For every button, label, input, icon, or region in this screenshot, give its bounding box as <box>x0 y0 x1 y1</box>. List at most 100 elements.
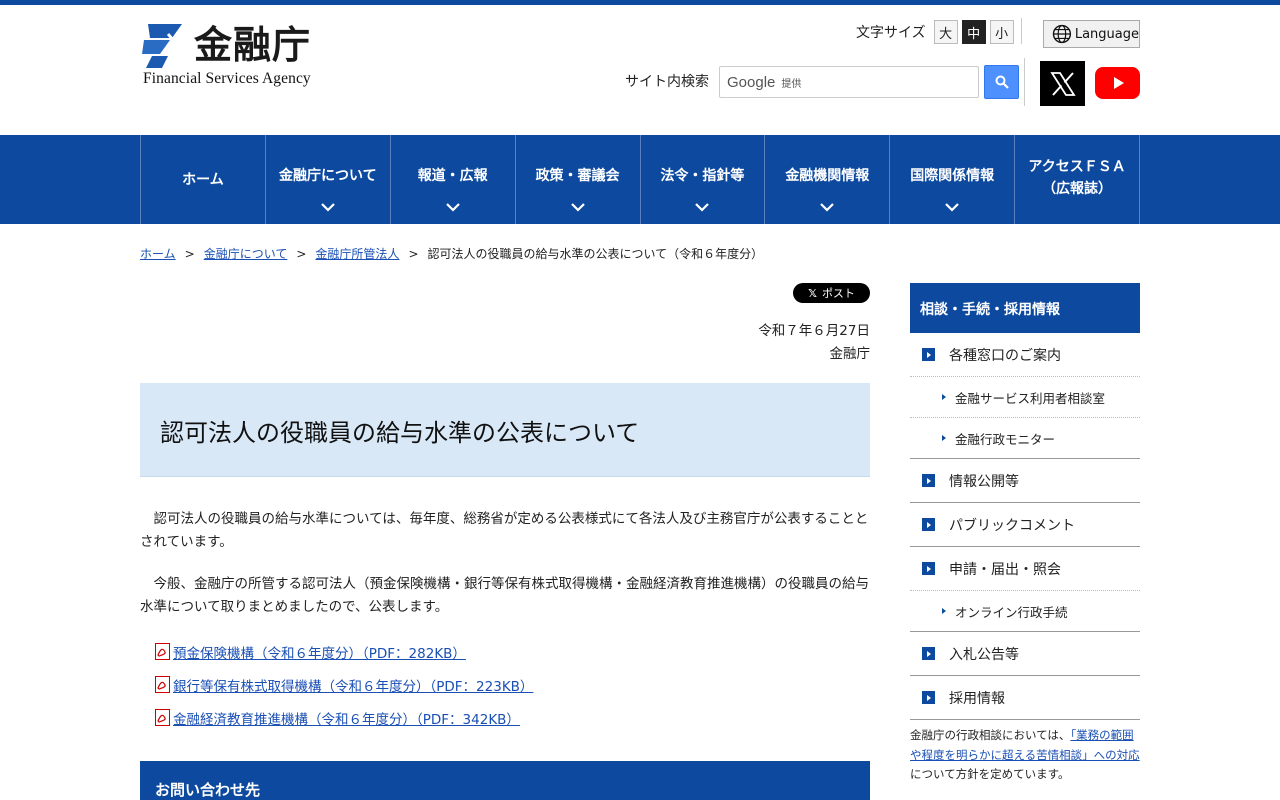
publish-info: 令和７年６月27日 金融庁 <box>758 320 870 366</box>
nav-item-about[interactable]: 金融庁について <box>266 135 391 224</box>
list-item: 銀行等保有株式取得機構（令和６年度分）（PDF：223KB） <box>154 668 533 701</box>
sidebar-item-label: 申請・届出・照会 <box>949 561 1061 578</box>
nav-item-press[interactable]: 報道・広報 <box>391 135 516 224</box>
nav-item-label: 報道・広報 <box>417 167 488 184</box>
font-size-large-button[interactable]: 大 <box>933 20 958 44</box>
nav-item-international[interactable]: 国際関係情報 <box>890 135 1016 224</box>
arrow-square-icon <box>922 562 935 575</box>
body-paragraph: 今般、金融庁の所管する認可法人（預金保険機構・銀行等保有株式取得機構・金融経済教… <box>140 576 869 615</box>
nav-item-label: 国際関係情報 <box>910 167 995 184</box>
pdf-link[interactable]: 金融経済教育推進機構（令和６年度分）（PDF：342KB） <box>173 708 520 728</box>
nav-item-label: 法令・指針等 <box>660 167 745 184</box>
post-label: ポスト <box>821 287 855 300</box>
sidebar-item-recruitment[interactable]: 採用情報 <box>910 676 1140 720</box>
arrow-square-icon <box>922 474 935 487</box>
chevron-down-icon <box>695 203 710 212</box>
sidebar-subitem-consultation[interactable]: 金融サービス利用者相談室 <box>910 377 1140 418</box>
breadcrumb-link-home[interactable]: ホーム <box>140 245 176 262</box>
font-size-control: 文字サイズ 大 中 小 <box>856 20 1014 44</box>
sidebar-item-contact-windows[interactable]: 各種窓口のご案内 <box>910 333 1140 377</box>
sidebar-subitem-online[interactable]: オンライン行政手続 <box>910 591 1140 632</box>
x-logo-icon <box>1049 71 1076 96</box>
sidebar-item-applications[interactable]: 申請・届出・照会 <box>910 547 1140 591</box>
contact-heading-bar: お問い合わせ先 <box>140 761 870 800</box>
breadcrumb-link-about[interactable]: 金融庁について <box>204 245 288 262</box>
pdf-link-list: 預金保険機構（令和６年度分）（PDF：282KB） 銀行等保有株式取得機構（令和… <box>154 635 533 734</box>
breadcrumb: ホーム > 金融庁について > 金融庁所管法人 > 認可法人の役職員の給与水準の… <box>140 245 763 262</box>
language-button[interactable]: Language <box>1043 20 1140 48</box>
language-label: Language <box>1074 26 1139 42</box>
pdf-icon <box>155 676 170 693</box>
breadcrumb-separator: > <box>296 246 307 261</box>
contact-heading: お問い合わせ先 <box>155 781 261 799</box>
sidebar-item-label: パブリックコメント <box>949 517 1075 534</box>
global-navigation: ホーム 金融庁について 報道・広報 政策・審議会 法令・指針等 金融機関情報 国… <box>0 135 1280 224</box>
x-link-button[interactable] <box>1040 61 1085 106</box>
nav-item-policy[interactable]: 政策・審議会 <box>516 135 641 224</box>
fsa-emblem-icon <box>142 24 182 68</box>
triangle-right-icon <box>942 608 946 614</box>
nav-item-label: 金融機関情報 <box>785 167 870 184</box>
sidebar-item-disclosure[interactable]: 情報公開等 <box>910 459 1140 503</box>
x-post-button[interactable]: 𝕏 ポスト <box>793 283 870 303</box>
nav-item-label: アクセスＦＳＡ （広報誌） <box>1028 158 1126 197</box>
font-size-small-button[interactable]: 小 <box>989 20 1014 44</box>
google-provided-text: 提供 <box>781 78 802 90</box>
triangle-right-icon <box>942 394 946 400</box>
sidebar-subitem-label: 金融サービス利用者相談室 <box>955 390 1106 406</box>
pdf-icon <box>155 643 170 660</box>
site-search-label: サイト内検索 <box>625 74 709 90</box>
arrow-square-icon <box>922 647 935 660</box>
sidebar-subitem-monitor[interactable]: 金融行政モニター <box>910 418 1140 459</box>
x-logo-icon: 𝕏 <box>808 286 817 300</box>
chevron-down-icon <box>820 203 835 212</box>
header-divider <box>1024 58 1025 106</box>
header-divider <box>1021 18 1022 44</box>
search-input[interactable]: Google 提供 <box>719 66 979 98</box>
nav-item-institutions[interactable]: 金融機関情報 <box>765 135 891 224</box>
chevron-down-icon <box>321 203 335 212</box>
youtube-link-button[interactable] <box>1095 67 1140 99</box>
logo-japanese-text: 金融庁 <box>194 23 312 67</box>
sidebar-subitem-label: 金融行政モニター <box>955 431 1056 447</box>
nav-item-label: 政策・審議会 <box>535 167 620 184</box>
sidebar-item-label: 各種窓口のご案内 <box>949 347 1061 364</box>
sidebar-heading: 相談・手続・採用情報 <box>910 283 1140 333</box>
breadcrumb-link-corporations[interactable]: 金融庁所管法人 <box>315 245 399 262</box>
note-text: 金融庁の行政相談においては、 <box>910 728 1071 742</box>
sidebar-subitem-label: オンライン行政手続 <box>955 604 1068 620</box>
search-button[interactable] <box>984 65 1019 99</box>
page-title-box: 認可法人の役職員の給与水準の公表について <box>140 383 870 477</box>
list-item: 金融経済教育推進機構（令和６年度分）（PDF：342KB） <box>154 701 533 734</box>
top-accent-bar <box>0 0 1280 5</box>
fsa-logo[interactable]: 金融庁 Financial Services Agency <box>142 23 342 90</box>
pdf-link[interactable]: 銀行等保有株式取得機構（令和６年度分）（PDF：223KB） <box>173 675 533 695</box>
nav-item-laws[interactable]: 法令・指針等 <box>641 135 766 224</box>
arrow-square-icon <box>922 518 935 531</box>
nav-item-label: 金融庁について <box>279 167 377 184</box>
sidebar-item-label: 入札公告等 <box>949 646 1019 663</box>
pdf-icon <box>155 709 170 726</box>
sidebar-item-label: 採用情報 <box>949 690 1005 707</box>
page-title: 認可法人の役職員の給与水準の公表について <box>160 419 640 447</box>
breadcrumb-current: 認可法人の役職員の給与水準の公表について（令和６年度分） <box>427 247 764 261</box>
logo-english-text: Financial Services Agency <box>143 70 311 87</box>
breadcrumb-separator: > <box>184 246 195 261</box>
nav-item-home[interactable]: ホーム <box>141 135 266 224</box>
youtube-icon <box>1113 77 1124 89</box>
chevron-down-icon <box>945 203 959 212</box>
nav-item-access-fsa[interactable]: アクセスＦＳＡ （広報誌） <box>1015 135 1140 224</box>
chevron-down-icon <box>570 203 585 212</box>
sidebar-menu: 各種窓口のご案内 金融サービス利用者相談室 金融行政モニター 情報公開等 パブリ… <box>910 333 1140 720</box>
sidebar-item-bids[interactable]: 入札公告等 <box>910 632 1140 676</box>
google-watermark: Google <box>727 73 776 91</box>
list-item: 預金保険機構（令和６年度分）（PDF：282KB） <box>154 635 533 668</box>
note-text: について方針を定めています。 <box>910 767 1070 781</box>
publish-date: 令和７年６月27日 <box>758 323 870 339</box>
font-size-medium-button[interactable]: 中 <box>961 20 986 44</box>
globe-icon <box>1052 24 1072 44</box>
pdf-link[interactable]: 預金保険機構（令和６年度分）（PDF：282KB） <box>173 642 466 662</box>
font-size-label: 文字サイズ <box>856 25 926 41</box>
sidebar-note: 金融庁の行政相談においては、「業務の範囲や程度を明らかに超える苦情相談」への対応… <box>910 726 1140 785</box>
sidebar-item-public-comment[interactable]: パブリックコメント <box>910 503 1140 547</box>
